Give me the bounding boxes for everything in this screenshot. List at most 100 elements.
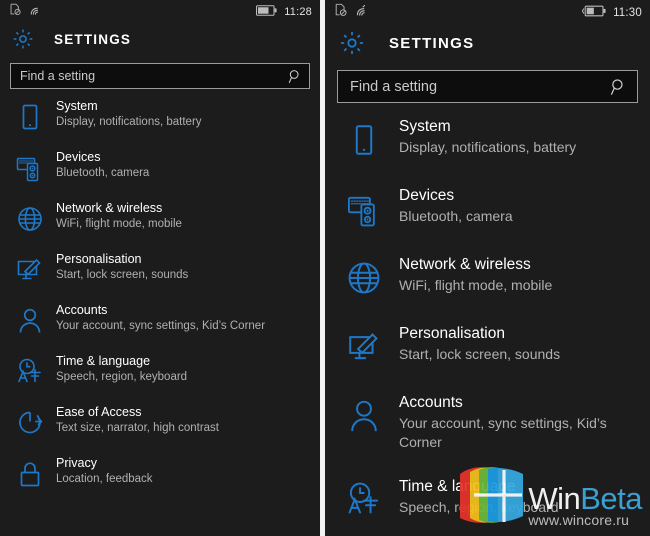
- list-item-title: Privacy: [56, 456, 97, 470]
- wifi-icon: [29, 3, 43, 21]
- list-item-text: System Display, notifications, battery: [399, 117, 576, 157]
- list-item-subtitle: Speech, region, keyboard: [399, 499, 559, 515]
- list-item[interactable]: Accounts Your account, sync settings, Ki…: [325, 393, 650, 452]
- person-icon: [14, 305, 46, 337]
- list-item-subtitle: WiFi, flight mode, mobile: [56, 218, 182, 230]
- clock-time: 11:30: [613, 6, 642, 19]
- search-icon[interactable]: [288, 69, 303, 84]
- devices-icon: [14, 152, 46, 184]
- list-item-title: Network & wireless: [56, 201, 163, 215]
- list-item[interactable]: Personalisation Start, lock screen, soun…: [0, 252, 320, 286]
- list-item-text: Time & language Speech, region, keyboard: [399, 477, 559, 517]
- list-item-subtitle: Bluetooth, camera: [56, 167, 150, 179]
- list-item-text: Personalisation Start, lock screen, soun…: [56, 252, 188, 283]
- list-item-text: Accounts Your account, sync settings, Ki…: [56, 303, 265, 334]
- status-bar-right: 11:30: [581, 4, 642, 22]
- list-item[interactable]: Devices Bluetooth, camera: [325, 186, 650, 230]
- screenshot-root: 11:28 SETTINGS Find a setting System Dis…: [0, 0, 650, 536]
- clock-language-icon: [343, 479, 385, 521]
- list-item-text: Network & wireless WiFi, flight mode, mo…: [56, 201, 182, 232]
- list-item-title: Personalisation: [56, 252, 142, 266]
- list-item[interactable]: System Display, notifications, battery: [325, 117, 650, 161]
- search-input[interactable]: [20, 69, 288, 83]
- list-item-text: Time & language Speech, region, keyboard: [56, 354, 187, 385]
- status-bar: 11:28: [0, 0, 320, 23]
- list-item-text: Accounts Your account, sync settings, Ki…: [399, 393, 640, 452]
- list-item-subtitle: Start, lock screen, sounds: [56, 269, 189, 281]
- list-item-title: Ease of Access: [56, 405, 142, 419]
- list-item-title: Time & language: [399, 478, 516, 495]
- list-item[interactable]: Network & wireless WiFi, flight mode, mo…: [0, 201, 320, 235]
- list-item-title: Personalisation: [399, 325, 505, 342]
- list-item-subtitle: Speech, region, keyboard: [56, 371, 188, 383]
- globe-icon: [343, 257, 385, 299]
- ease-of-access-icon: [14, 407, 46, 439]
- list-item[interactable]: Time & language Speech, region, keyboard: [0, 354, 320, 388]
- list-item[interactable]: Devices Bluetooth, camera: [0, 150, 320, 184]
- list-item[interactable]: Network & wireless WiFi, flight mode, mo…: [325, 255, 650, 299]
- list-item-subtitle: Text size, narrator, high contrast: [56, 422, 219, 434]
- gear-icon: [12, 28, 34, 50]
- phone-screen-left: 11:28 SETTINGS Find a setting System Dis…: [0, 0, 320, 536]
- list-item-title: Accounts: [56, 303, 108, 317]
- list-item-text: Network & wireless WiFi, flight mode, mo…: [399, 255, 552, 295]
- status-bar: 11:30: [325, 0, 650, 25]
- search-icon[interactable]: [610, 78, 628, 96]
- list-item-title: Network & wireless: [399, 256, 531, 273]
- list-item-text: Ease of Access Text size, narrator, high…: [56, 405, 219, 436]
- list-item-subtitle: Display, notifications, battery: [56, 116, 202, 128]
- list-item-text: Devices Bluetooth, camera: [399, 186, 513, 226]
- search-box[interactable]: [337, 70, 638, 103]
- sync-document-icon: [9, 3, 22, 21]
- list-item-title: Devices: [399, 187, 455, 204]
- list-item-title: Time & language: [56, 354, 151, 368]
- list-item[interactable]: Personalisation Start, lock screen, soun…: [325, 324, 650, 368]
- lock-icon: [14, 458, 46, 490]
- search-box[interactable]: [10, 63, 310, 89]
- battery-icon: [581, 4, 606, 22]
- list-item-subtitle: Display, notifications, battery: [399, 139, 577, 155]
- phone-screen-right: 11:30 SETTINGS Find a setting System Dis…: [325, 0, 650, 536]
- gear-icon: [339, 30, 365, 56]
- list-item-title: System: [399, 118, 451, 135]
- page-title: SETTINGS: [389, 34, 475, 52]
- sync-document-icon: [334, 3, 348, 22]
- list-item-text: Personalisation Start, lock screen, soun…: [399, 324, 560, 364]
- status-bar-left-icons: [9, 3, 43, 21]
- clock-language-icon: [14, 356, 46, 388]
- list-item-text: System Display, notifications, battery: [56, 99, 202, 130]
- devices-icon: [343, 188, 385, 230]
- page-title: SETTINGS: [54, 31, 132, 47]
- list-item-title: Devices: [56, 150, 101, 164]
- list-item-subtitle: WiFi, flight mode, mobile: [399, 277, 553, 293]
- brush-screen-icon: [343, 326, 385, 368]
- list-item-subtitle: Bluetooth, camera: [399, 208, 513, 224]
- settings-list: System Display, notifications, battery D…: [325, 103, 650, 536]
- list-item-subtitle: Your account, sync settings, Kid’s Corne…: [56, 320, 266, 332]
- phone-icon: [343, 119, 385, 161]
- list-item-subtitle: Your account, sync settings, Kid’s Corne…: [399, 415, 607, 450]
- search-input[interactable]: [350, 78, 610, 95]
- list-item-subtitle: Start, lock screen, sounds: [399, 346, 561, 362]
- list-item[interactable]: Accounts Your account, sync settings, Ki…: [0, 303, 320, 337]
- globe-icon: [14, 203, 46, 235]
- brush-screen-icon: [14, 254, 46, 286]
- list-item-text: Devices Bluetooth, camera: [56, 150, 149, 181]
- status-bar-left-icons: [334, 3, 370, 22]
- list-item[interactable]: Privacy Location, feedback: [0, 456, 320, 490]
- list-item-text: Privacy Location, feedback: [56, 456, 153, 487]
- phone-icon: [14, 101, 46, 133]
- status-bar-right: 11:28: [256, 3, 312, 21]
- list-item-subtitle: Location, feedback: [56, 473, 153, 485]
- list-item-title: Accounts: [399, 394, 463, 411]
- settings-header: SETTINGS: [0, 23, 320, 55]
- list-item[interactable]: Time & language Speech, region, keyboard: [325, 477, 650, 521]
- settings-list: System Display, notifications, battery D…: [0, 89, 320, 490]
- settings-header: SETTINGS: [325, 25, 650, 61]
- battery-icon: [256, 3, 277, 21]
- person-icon: [343, 395, 385, 437]
- list-item[interactable]: System Display, notifications, battery: [0, 99, 320, 133]
- list-item[interactable]: Ease of Access Text size, narrator, high…: [0, 405, 320, 439]
- wifi-icon: [355, 4, 370, 22]
- list-item-title: System: [56, 99, 98, 113]
